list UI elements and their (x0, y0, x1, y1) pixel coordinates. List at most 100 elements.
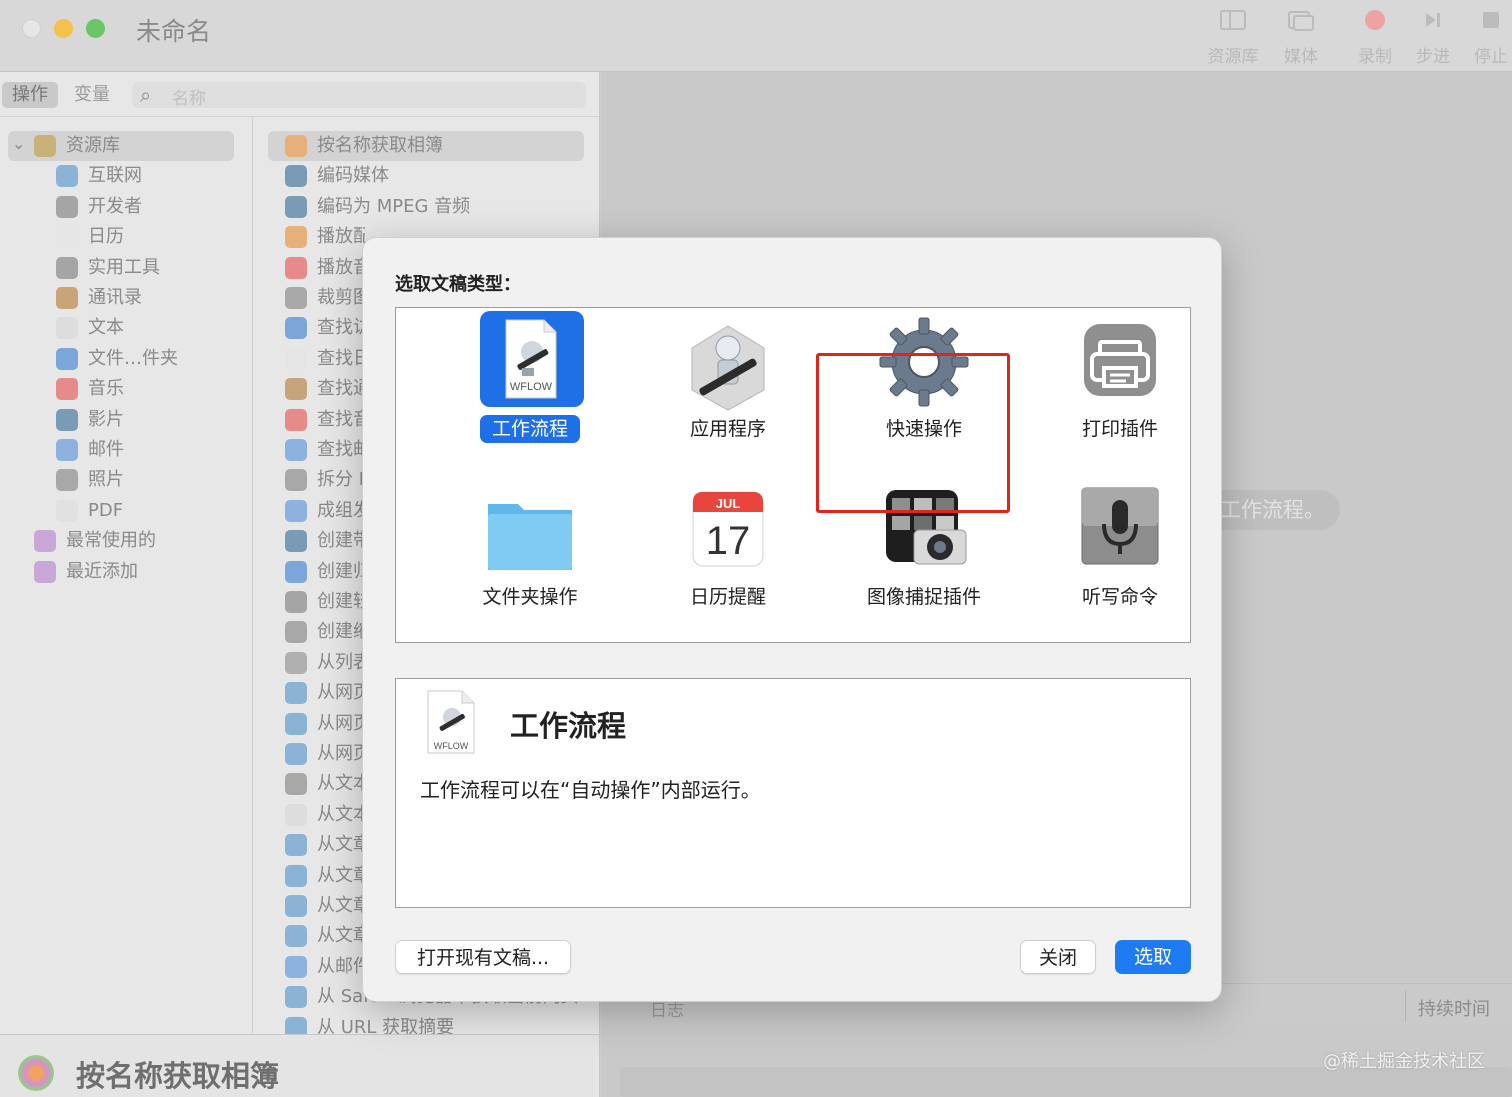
tree-item[interactable]: 实用工具 (56, 254, 160, 282)
action-item[interactable]: 从文章 (285, 831, 365, 859)
watermark: @稀土掘金技术社区 (1323, 1051, 1485, 1072)
tree-item[interactable]: 资源库 (34, 132, 120, 160)
action-item[interactable]: 查找通 (285, 375, 365, 403)
action-item[interactable]: 成组发 (285, 497, 365, 525)
action-item[interactable]: 拆分 P (285, 466, 365, 494)
tree-item[interactable]: 文件…件夹 (56, 345, 178, 373)
window-minimize-button[interactable] (54, 19, 73, 38)
type-label: 听写命令 (1081, 586, 1158, 608)
tree-item[interactable]: 最常使用的 (34, 527, 156, 555)
photo-icon (56, 469, 78, 492)
step-icon (1426, 13, 1440, 27)
type-calendar-alarm[interactable]: JUL 17 日历提醒 (630, 478, 826, 638)
action-item[interactable]: 从列表 (285, 649, 365, 677)
window-zoom-button[interactable] (86, 19, 105, 38)
action-item[interactable]: 查找日 (285, 345, 365, 373)
tree-item[interactable]: 日历 (56, 223, 124, 251)
tree-item-label: 通讯录 (88, 287, 142, 308)
toolbar-library-button[interactable]: 资源库 (1202, 8, 1264, 67)
tree-item-label: PDF (88, 499, 124, 521)
tab-variables[interactable]: 变量 (64, 82, 120, 108)
choose-button[interactable]: 选取 (1115, 940, 1191, 974)
action-item[interactable]: 播放配音乐的幻灯片放映 (285, 223, 365, 251)
action-item[interactable]: 从网页 (285, 679, 365, 707)
tree-item[interactable]: 照片 (56, 466, 124, 494)
action-item[interactable]: 从文章 (285, 922, 365, 950)
type-print-plugin[interactable]: 打印插件 (1022, 310, 1218, 470)
action-item[interactable]: 裁剪图 (285, 284, 365, 312)
tree-item[interactable]: 最近添加 (34, 558, 138, 586)
mail-icon (285, 499, 307, 522)
toolbar-label: 步进 (1416, 47, 1450, 67)
action-item[interactable]: 播放音 (285, 254, 365, 282)
tree-item-label: 最常使用的 (66, 530, 156, 552)
finder-icon (285, 560, 307, 583)
safari-icon (285, 864, 307, 887)
action-item[interactable]: 从文本 (285, 770, 365, 798)
action-item[interactable]: 创建缩 (285, 618, 365, 646)
action-item[interactable]: 从文本 (285, 801, 365, 829)
action-item[interactable]: 创建较 (285, 588, 365, 616)
type-workflow[interactable]: WFLOW 工作流程 (432, 310, 628, 470)
tree-item[interactable]: 邮件 (56, 436, 124, 464)
action-item[interactable]: 编码为 MPEG 音频 (285, 193, 585, 221)
contacts-icon (285, 378, 307, 401)
action-item[interactable]: 从网页 (285, 710, 365, 738)
type-dictation-command[interactable]: 听写命令 (1022, 478, 1218, 638)
action-item[interactable]: 从网页 (285, 740, 365, 768)
microphone-icon (1081, 487, 1159, 565)
toolbar-step-button[interactable]: 步进 (1402, 8, 1464, 67)
tree-item[interactable]: 音乐 (56, 375, 124, 403)
globe-icon (56, 165, 78, 188)
calendar-icon: JUL 17 (692, 491, 764, 567)
text-icon (56, 317, 78, 340)
action-item-label: 播放配音乐的幻灯片放映 (317, 226, 365, 248)
window-close-button[interactable] (22, 19, 41, 38)
tree-item[interactable]: 影片 (56, 406, 124, 434)
toolbar-stop-button[interactable]: 停止 (1460, 8, 1512, 67)
type-application[interactable]: 应用程序 (630, 310, 826, 470)
tab-actions[interactable]: 操作 (2, 82, 58, 108)
pdf-icon (56, 499, 78, 522)
type-label: 图像捕捉插件 (866, 586, 981, 608)
toolbar-record-button[interactable]: 录制 (1344, 8, 1406, 67)
safari-icon (285, 895, 307, 917)
record-icon (1365, 10, 1385, 30)
action-item[interactable]: 创建归 (285, 558, 365, 586)
action-item[interactable]: 创建带 (285, 527, 365, 555)
tree-item[interactable]: 文本 (56, 314, 124, 342)
duration-column-header[interactable]: 持续时间 (1418, 995, 1490, 1021)
type-folder-action[interactable]: 文件夹操作 (432, 478, 628, 638)
selected-action-title: 按名称获取相簿 (76, 1059, 280, 1093)
action-item[interactable]: 从文章 (285, 862, 365, 890)
tree-item[interactable]: 通讯录 (56, 284, 142, 312)
mail-icon (285, 439, 307, 461)
action-item[interactable]: 查找访 (285, 314, 365, 342)
action-item[interactable]: 查找音 (285, 406, 365, 434)
tree-item[interactable]: PDF (56, 497, 123, 525)
open-existing-document-button[interactable]: 打开现有文稿... (395, 940, 571, 974)
close-button[interactable]: 关闭 (1020, 940, 1096, 974)
tree-item-label: 邮件 (88, 439, 124, 460)
preview-icon (285, 621, 307, 644)
chevron-down-icon[interactable]: ⌄ (12, 134, 25, 153)
search-input[interactable]: ⌕ 名称 (132, 82, 586, 109)
action-item-label: 查找通 (317, 378, 365, 400)
calendar-icon (56, 226, 78, 249)
toolbar-media-button[interactable]: 媒体 (1270, 8, 1332, 67)
action-item[interactable]: 编码媒体 (285, 162, 585, 190)
action-item-label: 从文本 (317, 803, 365, 825)
tools-icon (285, 591, 307, 613)
action-item-label: 从文章 (317, 895, 365, 916)
tree-item[interactable]: 互联网 (56, 162, 142, 190)
action-info-bar: 按名称获取相簿 (0, 1034, 600, 1097)
action-item[interactable]: 查找邮 (285, 436, 365, 464)
tree-item[interactable]: 开发者 (56, 193, 142, 221)
column-divider[interactable] (252, 116, 253, 1034)
action-item[interactable]: 从文章 (285, 892, 365, 920)
action-item[interactable]: 按名称获取相簿 (285, 132, 585, 160)
action-item[interactable]: 从邮件 (285, 953, 365, 981)
action-item-label: 从文本 (317, 773, 365, 795)
annotation-highlight-box (816, 353, 1010, 513)
type-label: 日历提醒 (689, 586, 766, 608)
